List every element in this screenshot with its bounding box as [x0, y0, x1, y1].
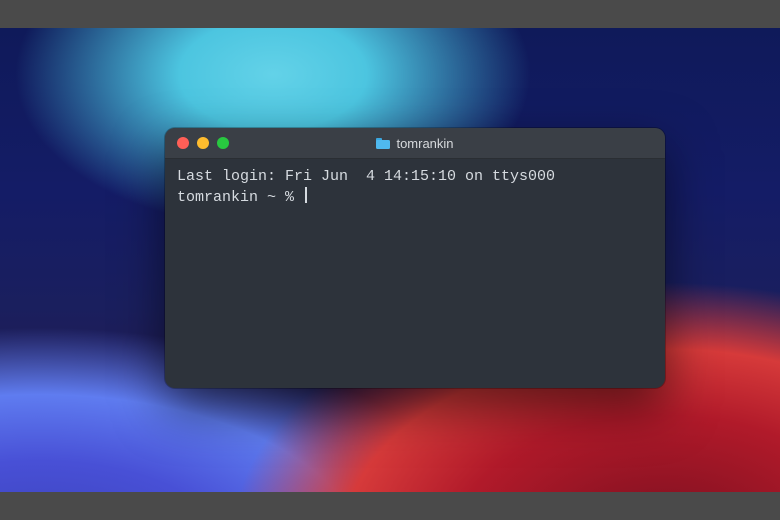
- letterbox-bottom: [0, 492, 780, 520]
- last-login-line: Last login: Fri Jun 4 14:15:10 on ttys00…: [177, 168, 555, 185]
- zoom-button[interactable]: [217, 137, 229, 149]
- title-center: tomrankin: [165, 136, 665, 151]
- close-button[interactable]: [177, 137, 189, 149]
- terminal-body[interactable]: Last login: Fri Jun 4 14:15:10 on ttys00…: [165, 159, 665, 388]
- window-title: tomrankin: [396, 136, 453, 151]
- text-cursor-icon: [305, 187, 307, 203]
- shell-prompt: tomrankin ~ %: [177, 189, 303, 206]
- viewport: tomrankin Last login: Fri Jun 4 14:15:10…: [0, 0, 780, 520]
- letterbox-top: [0, 0, 780, 28]
- minimize-button[interactable]: [197, 137, 209, 149]
- titlebar[interactable]: tomrankin: [165, 128, 665, 159]
- folder-icon: [376, 138, 390, 149]
- terminal-window[interactable]: tomrankin Last login: Fri Jun 4 14:15:10…: [165, 128, 665, 388]
- traffic-lights: [177, 137, 229, 149]
- desktop-wallpaper[interactable]: tomrankin Last login: Fri Jun 4 14:15:10…: [0, 28, 780, 492]
